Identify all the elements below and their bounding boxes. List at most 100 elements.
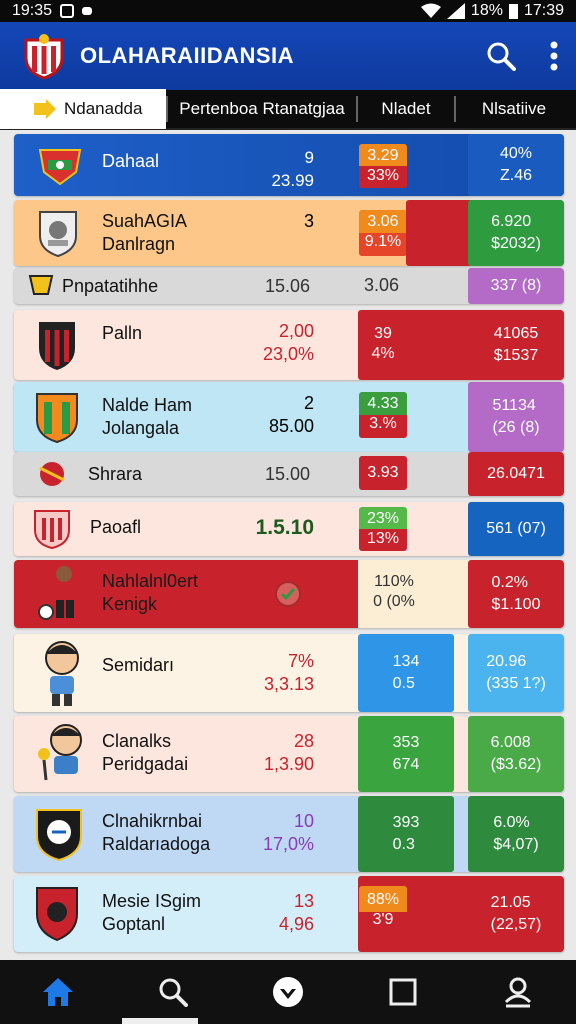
list-item[interactable]: Paoafl 1.5.10 23% 13% 561 (07): [14, 502, 564, 556]
team-stats: 10 17,0%: [262, 811, 314, 854]
battery-icon: [508, 3, 518, 19]
stat-pill: 88% 3'9: [359, 886, 407, 938]
more-vert-icon[interactable]: [550, 41, 558, 71]
stat-block: 51134 (26 (8): [468, 382, 564, 452]
ball-icon: [272, 977, 303, 1007]
nav-square[interactable]: [373, 962, 433, 1022]
nav-ball[interactable]: [258, 962, 318, 1022]
stat-block: 20.96 (335 1?): [468, 634, 564, 712]
team-stats: 1.5.10: [255, 516, 314, 539]
stat-block: 26.0471: [468, 452, 564, 496]
list-item[interactable]: Mesie ISgim Goptanl 13 4,96 88% 3'9 21.0…: [14, 876, 564, 952]
team-crest-icon: [28, 275, 54, 295]
stat-pill: 3.93: [359, 456, 407, 490]
team-stats: 7% 3,3.13: [263, 651, 314, 694]
team-stats: 9 23.99: [271, 148, 314, 190]
team-name: Paoafl: [90, 517, 142, 537]
team-crest-icon: [39, 211, 77, 258]
stat-block: 41065 $1537: [468, 310, 564, 380]
team-name: Clanalks Peridgadai: [102, 731, 189, 774]
team-crest-icon: [36, 887, 78, 942]
stat-block: 0.2% $1.100: [468, 560, 564, 628]
stat-pill: 110% 0 (0%: [373, 573, 415, 610]
search-icon[interactable]: [486, 41, 516, 71]
team-crest-icon: [36, 393, 78, 444]
tab-bar: Ndanadda Pertenboa Rtanatgjaa Nladet Nls…: [0, 89, 576, 130]
team-stats: 15.06: [264, 276, 310, 296]
list-item[interactable]: Shrara 15.00 3.93 26.0471: [14, 452, 564, 496]
team-name: Semidarı: [102, 655, 175, 675]
stat-pill: 39 4%: [371, 325, 395, 362]
arrow-icon: [34, 99, 56, 119]
wifi-icon: [420, 3, 441, 18]
list-item[interactable]: Clnahikrnbai Raldarıadoga 10 17,0% 393 0…: [14, 796, 564, 872]
player-icon: [38, 724, 82, 781]
team-stats: 2 85.00: [268, 393, 314, 436]
list-item[interactable]: Clanalks Peridgadai 28 1,3.90 353 674 6.…: [14, 716, 564, 792]
list-item[interactable]: Dahaal 9 23.99 3.29 33% 40% Z.46: [14, 134, 564, 196]
list-item[interactable]: Semidarı 7% 3,3.13 134 0.5 20.96 (335 1?…: [14, 634, 564, 712]
team-name: Clnahikrnbai Raldarıadoga: [102, 811, 211, 854]
tab-label: Ndanadda: [64, 99, 143, 118]
team-name: Mesie ISgim Goptanl: [102, 891, 202, 934]
team-name: Dahaal: [102, 151, 160, 171]
stat-block: 21.05 (22,57): [468, 876, 564, 952]
record-icon: [82, 7, 93, 15]
stat-pill: 23% 13%: [359, 507, 407, 551]
stat-block: 393 0.3: [358, 796, 454, 872]
list-item[interactable]: Nalde Ham Jolangala 2 85.00 4.33 3.% 511…: [14, 382, 564, 452]
nav-search[interactable]: [143, 962, 203, 1022]
app-bar: OLAHARAIIDANSIA: [0, 22, 576, 90]
team-stats: 3: [303, 211, 314, 231]
team-name: Shrara: [88, 464, 143, 484]
team-crest-icon: [24, 34, 64, 80]
stat-plain: 3.06: [364, 275, 400, 295]
battery-percent: 18%: [470, 2, 503, 19]
stat-block: 40% Z.46: [468, 134, 564, 196]
player-icon: [38, 566, 74, 620]
check-icon: [275, 581, 301, 607]
status-time-left: 19:35: [12, 2, 53, 19]
nav-profile[interactable]: [488, 962, 548, 1022]
team-stats: 15.00: [264, 464, 310, 484]
bottom-nav: [0, 960, 576, 1024]
team-name: Pnpatatihhe: [62, 276, 159, 296]
team-crest-icon: [39, 462, 65, 486]
signal-icon: [446, 3, 465, 19]
stat-pill: 3.06 9.1%: [359, 210, 407, 256]
list-item[interactable]: Nahlalnl0ert Kenigk 110% 0 (0% 0.2% $1.1…: [14, 560, 564, 628]
app-title: OLAHARAIIDANSIA: [80, 43, 295, 68]
tab-ndanadda[interactable]: Ndanadda: [0, 89, 166, 129]
stat-block: 6.008 ($3.62): [468, 716, 564, 792]
team-crest-icon: [36, 809, 82, 862]
stat-block: 353 674: [358, 716, 454, 792]
stat-pill: 4.33 3.%: [359, 392, 407, 438]
team-name: SuahAGIA Danlragn: [102, 211, 188, 254]
stat-block: 6.920 $2032): [468, 200, 564, 266]
tab-nladet[interactable]: Nladet: [358, 89, 454, 129]
team-stats: 28 1,3.90: [263, 731, 314, 774]
status-bar: 19:35 18% 17:39: [0, 0, 576, 22]
profile-icon: [505, 977, 532, 1008]
nav-home[interactable]: [28, 962, 88, 1022]
notification-icon: [60, 4, 75, 18]
search-icon: [159, 978, 188, 1007]
team-stats: 13 4,96: [278, 891, 314, 934]
tab-pertenboa[interactable]: Pertenboa Rtanatgjaa: [168, 89, 356, 129]
team-name: Nalde Ham Jolangala: [102, 395, 193, 438]
tab-label: Nlsatiive: [481, 99, 547, 118]
team-name: Nahlalnl0ert Kenigk: [102, 571, 199, 614]
tab-label: Pertenboa Rtanatgjaa: [179, 99, 345, 118]
list-item[interactable]: SuahAGIA Danlragn 3 3.06 9.1% 6.920 $203…: [14, 200, 564, 266]
team-crest-icon: [38, 149, 82, 186]
stat-pill: 3.29 33%: [359, 144, 407, 188]
list-item[interactable]: Palln 2,00 23,0% 39 4% 41065 $1537: [14, 310, 564, 380]
status-time-right: 17:39: [523, 2, 564, 19]
team-crest-icon: [39, 322, 75, 370]
team-name: Palln: [102, 323, 143, 343]
tab-nlsatiive[interactable]: Nlsatiive: [456, 89, 572, 129]
team-crest-icon: [34, 510, 70, 550]
team-stats: 2,00 23,0%: [262, 321, 314, 364]
list-item[interactable]: Pnpatatihhe 15.06 3.06 337 (8): [14, 268, 564, 304]
player-icon: [45, 641, 79, 706]
